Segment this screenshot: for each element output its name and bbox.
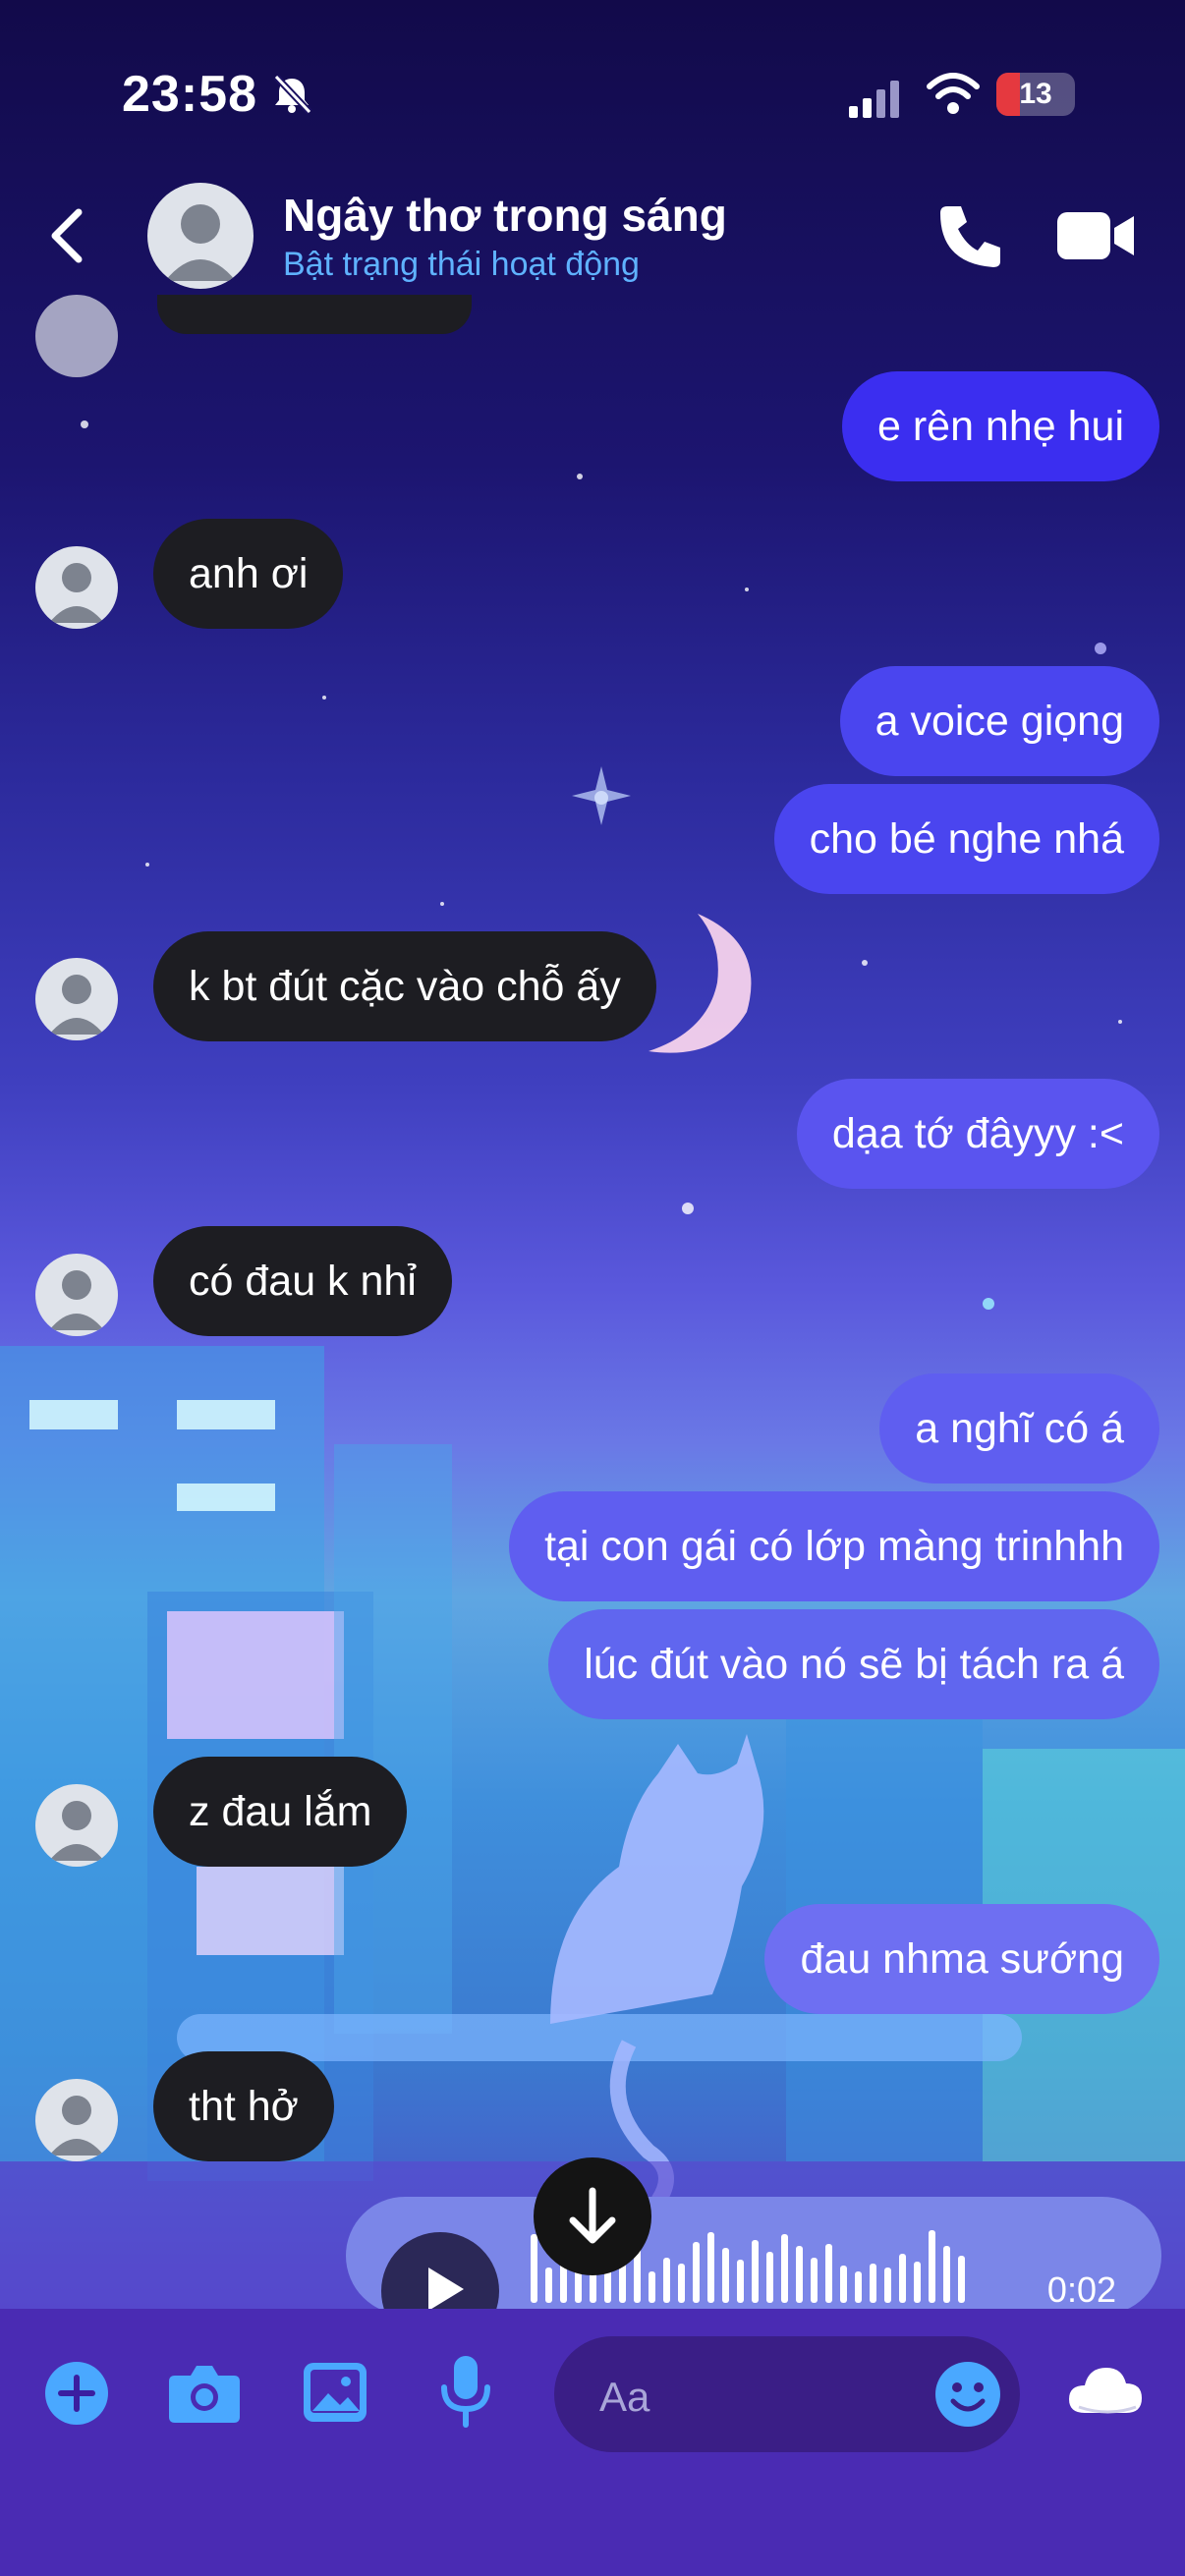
message-incoming[interactable]: anh ơi (153, 519, 344, 629)
activity-status-link[interactable]: Bật trạng thái hoạt động (283, 246, 640, 284)
arrow-down-icon (569, 2187, 616, 2244)
status-bar: 23:58 13 (0, 0, 1185, 187)
emoji-icon[interactable] (933, 2360, 1002, 2429)
back-icon[interactable] (47, 206, 86, 265)
message-outgoing[interactable]: dạa tớ đâyyy :< (796, 1079, 1159, 1189)
sender-avatar-partial (35, 295, 118, 377)
message-bubble-partial (157, 295, 472, 334)
message-outgoing[interactable]: a nghĩ có á (879, 1373, 1159, 1484)
play-icon (428, 2268, 464, 2311)
default-avatar-icon (49, 1270, 104, 1330)
message-outgoing[interactable]: tại con gái có lớp màng trinhhh (509, 1491, 1159, 1601)
wifi-icon (927, 73, 980, 114)
default-avatar-icon (49, 2096, 104, 2156)
message-outgoing[interactable]: cho bé nghe nhá (773, 784, 1159, 894)
contact-avatar[interactable] (147, 183, 254, 289)
sender-avatar (35, 1784, 118, 1867)
default-avatar-icon (49, 975, 104, 1035)
message-outgoing[interactable]: đau nhma sướng (764, 1904, 1159, 2014)
default-avatar-icon (49, 1801, 104, 1861)
chat-screen: 23:58 13 Ngây thơ trong sáng Bật trạng t… (0, 0, 1185, 2576)
plus-icon[interactable] (43, 2360, 110, 2427)
message-composer: Aa (0, 2309, 1185, 2576)
contact-name[interactable]: Ngây thơ trong sáng (283, 189, 727, 242)
battery-indicator: 13 (996, 73, 1075, 116)
voice-message[interactable]: 0:02 (346, 2197, 1161, 2315)
sender-avatar (35, 2079, 118, 2161)
message-outgoing[interactable]: a voice giọng (839, 666, 1159, 776)
phone-call-icon[interactable] (933, 200, 1004, 271)
scroll-to-bottom-button[interactable] (534, 2157, 651, 2275)
video-call-icon[interactable] (1055, 206, 1138, 265)
battery-percent: 13 (1019, 78, 1052, 110)
message-input[interactable]: Aa (554, 2336, 1020, 2452)
chat-header: Ngây thơ trong sáng Bật trạng thái hoạt … (0, 177, 1185, 295)
sender-avatar (35, 958, 118, 1040)
message-incoming[interactable]: z đau lắm (153, 1757, 408, 1867)
sender-avatar (35, 546, 118, 629)
play-button[interactable] (381, 2232, 499, 2315)
message-input-placeholder: Aa (599, 2374, 650, 2420)
silent-bell-icon (273, 74, 312, 115)
voice-duration: 0:02 (1046, 2269, 1116, 2310)
gallery-icon[interactable] (301, 2360, 369, 2425)
sender-avatar (35, 1254, 118, 1336)
cloud-sticker-icon[interactable] (1067, 2364, 1146, 2419)
status-time: 23:58 (122, 66, 257, 123)
message-outgoing[interactable]: e rên nhẹ hui (841, 371, 1159, 481)
default-avatar-icon (165, 204, 236, 281)
message-incoming[interactable]: k bt đút cặc vào chỗ ấy (153, 931, 656, 1041)
message-outgoing[interactable]: lúc đút vào nó sẽ bị tách ra á (548, 1609, 1159, 1719)
camera-icon[interactable] (167, 2362, 242, 2425)
default-avatar-icon (49, 563, 104, 623)
cell-signal-icon (849, 81, 899, 118)
message-incoming[interactable]: tht hở (153, 2051, 334, 2161)
message-incoming[interactable]: có đau k nhỉ (153, 1226, 452, 1336)
microphone-icon[interactable] (438, 2354, 493, 2433)
